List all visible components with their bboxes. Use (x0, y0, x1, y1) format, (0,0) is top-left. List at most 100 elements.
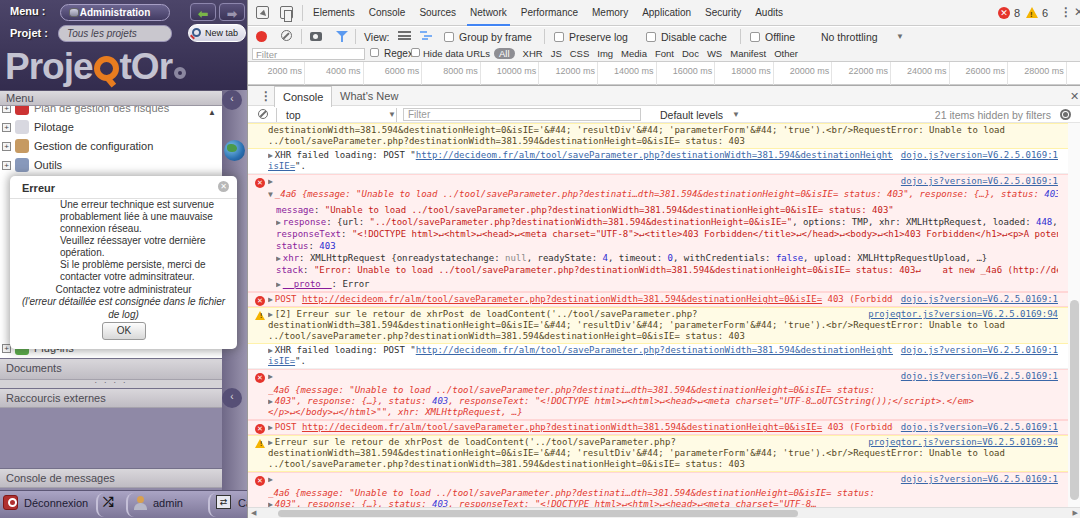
filter-type-xhr[interactable]: XHR (523, 48, 543, 59)
warning-badge-icon[interactable]: ! (1026, 7, 1038, 18)
menu-dropdown[interactable]: Administration (60, 4, 170, 21)
tab-sources[interactable]: Sources (412, 0, 463, 26)
cache-icon[interactable]: ⇄ (216, 495, 231, 509)
expand-icon[interactable]: ⤮ (103, 495, 119, 511)
hide-data-urls-label: Hide data URLs (423, 48, 490, 59)
drawer-tab-console[interactable]: Console (274, 86, 332, 107)
tab-console[interactable]: Console (362, 0, 413, 26)
filter-type-other[interactable]: Other (774, 48, 798, 59)
menu-item[interactable]: +Outils (0, 156, 222, 175)
view-list-icon[interactable] (398, 31, 411, 42)
console-warning-row: !▶[2] Erreur sur le retour de xhrPost de… (248, 307, 1068, 344)
project-select[interactable]: Tous les projets (58, 25, 172, 42)
database-icon (69, 8, 79, 17)
filter-type-manifest[interactable]: Manifest (730, 48, 766, 59)
menu-scroll-up-icon[interactable]: ▲ (208, 108, 216, 117)
expand-plus-icon[interactable]: + (2, 123, 11, 132)
filter-type-media[interactable]: Media (621, 48, 647, 59)
error-badge-icon[interactable]: ✕ (998, 7, 1010, 19)
tab-application[interactable]: Application (635, 0, 698, 26)
console-horizontal-scrollbar[interactable]: ◀▶ (248, 507, 1080, 518)
tab-network[interactable]: Network (463, 0, 514, 26)
console-settings-icon[interactable] (1060, 109, 1071, 120)
filter-funnel-icon[interactable] (336, 31, 348, 42)
source-link[interactable]: projeqtor.js?version=V6.2.5.0169:94 (860, 309, 1058, 320)
dialog-close-icon[interactable]: ✕ (218, 181, 229, 192)
logout-button[interactable]: Déconnexion (24, 497, 88, 509)
throttling-select[interactable]: No throttling (821, 31, 878, 43)
filter-type-doc[interactable]: Doc (682, 48, 699, 59)
nav-forward-button[interactable]: ➡ (219, 3, 245, 21)
filter-type-img[interactable]: Img (597, 48, 613, 59)
network-filter-input[interactable]: Filter (252, 48, 365, 60)
shortcuts-section-header[interactable]: Raccourcis externes (0, 388, 222, 408)
collapse-handle-mid[interactable]: ‹ (222, 388, 242, 408)
source-link[interactable]: dojo.js?version=V6.2.5.0169:1 (893, 474, 1058, 485)
group-by-frame-checkbox[interactable] (444, 32, 454, 42)
drawer-close-icon[interactable]: ✕ (1070, 90, 1079, 103)
tab-memory[interactable]: Memory (585, 0, 635, 26)
filter-type-js[interactable]: JS (551, 48, 562, 59)
menu-item-icon (15, 106, 29, 115)
hide-data-urls-checkbox[interactable] (411, 48, 420, 57)
dialog-body-1: Une erreur technique est survenueprobabl… (60, 199, 214, 283)
power-icon[interactable] (3, 495, 18, 510)
source-link[interactable]: dojo.js?version=V6.2.5.0169:1 (893, 371, 1058, 382)
globe-icon[interactable] (224, 140, 245, 161)
message-console-section-header[interactable]: Console de messages (0, 468, 222, 488)
tab-security[interactable]: Security (698, 0, 748, 26)
source-link[interactable]: dojo.js?version=V6.2.5.0169:1 (893, 294, 1058, 305)
console-vertical-scrollbar[interactable] (1068, 123, 1080, 507)
console-context-select[interactable]: top (286, 109, 301, 121)
inspect-element-icon[interactable] (256, 6, 269, 19)
record-button[interactable] (256, 31, 267, 42)
view-waterfall-icon[interactable] (420, 31, 433, 42)
resize-handle[interactable]: · · · · (0, 380, 222, 388)
tab-elements[interactable]: Elements (306, 0, 362, 26)
source-link[interactable]: dojo.js?version=V6.2.5.0169:1 (893, 345, 1058, 356)
toolbar-separator (301, 29, 302, 44)
nav-back-button[interactable]: ⬅ (190, 3, 216, 21)
new-tab-button[interactable]: New tab (188, 24, 246, 42)
filter-type-css[interactable]: CSS (570, 48, 590, 59)
regex-checkbox[interactable] (370, 48, 379, 57)
drawer-tab-whats-new[interactable]: What's New (332, 86, 406, 107)
toolbar-separator (302, 5, 303, 21)
expand-plus-icon[interactable]: + (2, 106, 11, 113)
source-link[interactable]: dojo.js?version=V6.2.5.0169:1 (893, 176, 1058, 187)
device-toolbar-icon[interactable] (280, 6, 293, 19)
disable-cache-checkbox[interactable] (646, 32, 656, 42)
offline-checkbox[interactable] (750, 32, 760, 42)
filter-type-font[interactable]: Font (655, 48, 674, 59)
tab-audits[interactable]: Audits (748, 0, 790, 26)
console-error-row: ✕▶dojo.js?version=V6.2.5.0169:1_4a6 {mes… (248, 472, 1068, 507)
dialog-ok-button[interactable]: OK (102, 322, 146, 340)
drawer-menu-icon[interactable]: ⋮ (260, 89, 272, 103)
clear-icon[interactable] (281, 30, 292, 41)
expand-plus-icon[interactable]: + (2, 142, 11, 151)
console-warning-row: destinationWidth=381.594&destinationHeig… (248, 123, 1068, 149)
menu-item-icon (15, 158, 29, 172)
user-name[interactable]: admin (153, 497, 183, 509)
source-link[interactable]: dojo.js?version=V6.2.5.0169:1 (893, 150, 1058, 161)
tab-performance[interactable]: Performance (514, 0, 585, 26)
menu-item[interactable]: +Plan de gestion des risques (0, 106, 222, 118)
preserve-log-checkbox[interactable] (554, 32, 564, 42)
menu-item[interactable]: +Pilotage (0, 118, 222, 137)
console-levels-select[interactable]: Default levels (660, 109, 723, 121)
filter-type-all[interactable]: All (494, 48, 515, 59)
source-link[interactable]: dojo.js?version=V6.2.5.0169:1 (893, 422, 1058, 433)
devtools-menu-icon[interactable]: ⋮ (1060, 5, 1072, 19)
filter-type-ws[interactable]: WS (707, 48, 722, 59)
cache-label[interactable]: Cac (238, 497, 247, 509)
error-icon: ✕ (255, 476, 265, 486)
menu-section-header[interactable]: Menu (0, 90, 222, 106)
expand-plus-icon[interactable]: + (2, 161, 11, 170)
devtools-close-icon[interactable]: ✕ (1074, 5, 1080, 19)
collapse-handle-top[interactable]: ‹ (222, 90, 242, 110)
console-clear-icon[interactable] (258, 109, 268, 119)
screenshot-icon[interactable] (310, 32, 322, 41)
menu-item[interactable]: +Gestion de configuration (0, 137, 222, 156)
console-filter-input[interactable]: Filter (403, 108, 641, 121)
source-link[interactable]: projeqtor.js?version=V6.2.5.0169:94 (860, 437, 1058, 448)
